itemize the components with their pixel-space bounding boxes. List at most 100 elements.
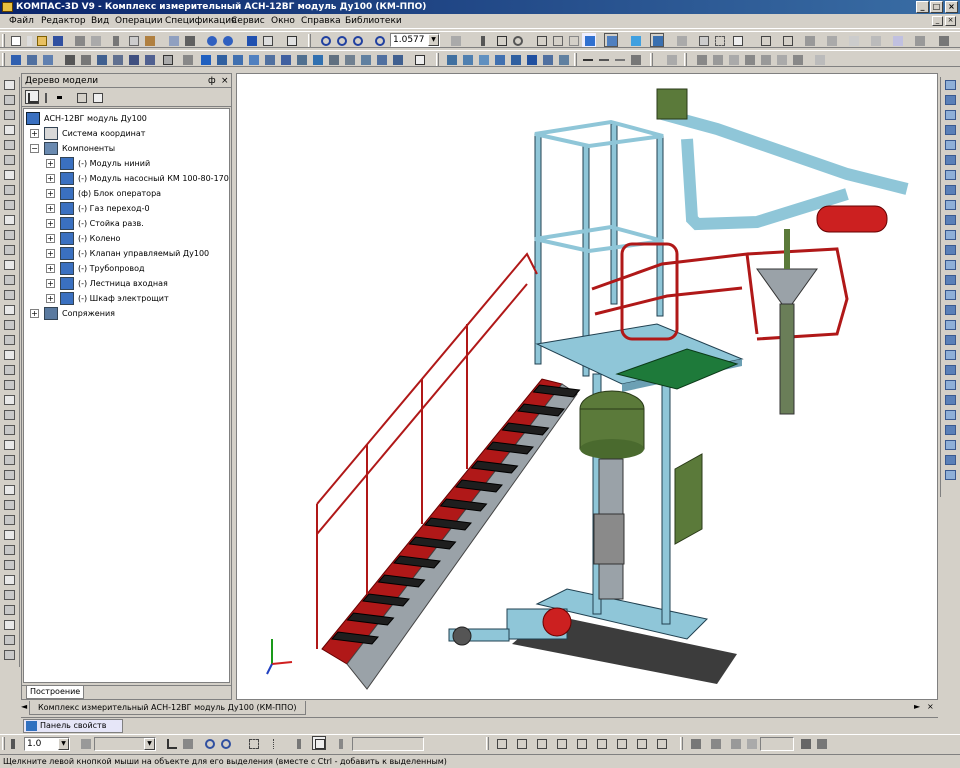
print-button[interactable] <box>72 33 86 47</box>
menu-help[interactable]: Справка <box>298 14 344 29</box>
component-file-icon[interactable] <box>24 52 38 66</box>
layer-icon[interactable] <box>944 454 957 466</box>
view-top-icon[interactable] <box>574 736 588 750</box>
rotate-icon[interactable] <box>3 274 16 286</box>
equal-icon[interactable] <box>3 604 16 616</box>
tree-item[interactable]: + Сопряжения <box>24 306 229 321</box>
tree-list-icon[interactable] <box>74 90 88 104</box>
text-icon[interactable] <box>3 364 16 376</box>
help-icon[interactable] <box>944 439 957 451</box>
tab-construction[interactable]: Построение <box>26 686 85 699</box>
tree-item[interactable]: + (-) Лестница входная <box>24 276 229 291</box>
fillet-icon[interactable] <box>3 184 16 196</box>
perpendicular-icon[interactable] <box>3 574 16 586</box>
toolbar-grip[interactable] <box>2 53 5 66</box>
inlet-valve[interactable] <box>452 626 472 646</box>
jog-icon[interactable] <box>790 52 804 66</box>
component-icon[interactable] <box>944 169 957 181</box>
tree-item[interactable]: + (-) Шкаф электрощит <box>24 291 229 306</box>
rebuild-all-icon[interactable] <box>218 736 232 750</box>
chamfer-icon[interactable] <box>294 52 308 66</box>
spec-icon[interactable] <box>780 33 794 47</box>
angle-icon[interactable] <box>3 334 16 346</box>
counterweight[interactable] <box>816 205 888 233</box>
chevron-down-icon[interactable]: ▼ <box>144 738 155 750</box>
new-document-button[interactable] <box>8 33 22 47</box>
tree-item[interactable]: + (ф) Блок оператора <box>24 186 229 201</box>
draft-icon[interactable] <box>342 52 356 66</box>
toolbar-grip[interactable] <box>650 53 653 66</box>
import-icon[interactable] <box>944 409 957 421</box>
doc-close-button[interactable]: × <box>945 16 956 26</box>
zoom-out-icon[interactable] <box>334 33 348 47</box>
toolbar-grip[interactable] <box>436 53 439 66</box>
model-tree-icon[interactable] <box>650 33 664 47</box>
wireframe-icon[interactable] <box>534 33 548 47</box>
surface-icon[interactable] <box>664 52 678 66</box>
shaded-icon[interactable] <box>582 33 596 47</box>
view-iso-icon[interactable] <box>614 736 628 750</box>
zoom-window-icon[interactable] <box>350 33 364 47</box>
list-button[interactable] <box>182 33 196 47</box>
mate-icon[interactable] <box>94 52 108 66</box>
zoom-combobox[interactable]: 1.0577 ▼ <box>390 33 440 47</box>
view-orientation-icon[interactable] <box>798 736 812 750</box>
chevron-down-icon[interactable] <box>54 90 64 104</box>
platform-railing[interactable] <box>591 242 849 341</box>
filter-icon[interactable] <box>944 199 957 211</box>
intersect-icon[interactable] <box>3 439 16 451</box>
shell-icon[interactable] <box>310 52 324 66</box>
close-button[interactable]: × <box>945 1 958 13</box>
grid-toggle-icon[interactable] <box>246 736 260 750</box>
select-icon[interactable] <box>3 409 16 421</box>
polyline-icon[interactable] <box>628 52 642 66</box>
mirror-icon[interactable] <box>374 52 388 66</box>
orientation-icon[interactable] <box>448 33 462 47</box>
move-component-icon[interactable] <box>62 52 76 66</box>
layer-combobox[interactable]: ▼ <box>94 737 156 751</box>
scroll-left-icon[interactable]: ◄ <box>21 702 27 711</box>
cursor-step-combobox[interactable]: 1.0 ▼ <box>24 737 70 751</box>
horizontal-icon[interactable] <box>3 619 16 631</box>
parallel-icon[interactable] <box>3 559 16 571</box>
tree-filter-icon[interactable] <box>90 90 104 104</box>
properties-tab[interactable]: Панель свойств <box>23 719 123 733</box>
toolbar-grip[interactable] <box>2 34 5 47</box>
more-tools-icon[interactable] <box>812 52 826 66</box>
view-left-icon[interactable] <box>534 736 548 750</box>
manager-button[interactable] <box>244 33 258 47</box>
library-icon[interactable] <box>944 349 957 361</box>
local-cs-icon[interactable] <box>164 736 178 750</box>
circle-icon[interactable] <box>3 124 16 136</box>
coincident-icon[interactable] <box>110 52 124 66</box>
collision-icon[interactable] <box>556 52 570 66</box>
contour-icon[interactable] <box>3 499 16 511</box>
hole-icon[interactable] <box>180 52 194 66</box>
round-icon[interactable] <box>312 736 326 750</box>
tangent-icon[interactable] <box>3 589 16 601</box>
spec-icon[interactable] <box>944 154 957 166</box>
mirror-icon[interactable] <box>3 244 16 256</box>
report-icon[interactable] <box>944 244 957 256</box>
sketch-icon[interactable] <box>912 33 926 47</box>
bezier-icon[interactable] <box>3 469 16 481</box>
toolbar-grip[interactable] <box>684 53 687 66</box>
offset-icon[interactable] <box>3 229 16 241</box>
move-icon[interactable] <box>3 259 16 271</box>
export-icon[interactable] <box>944 394 957 406</box>
expand-toggle[interactable]: + <box>46 204 55 213</box>
edit-icon[interactable] <box>944 94 957 106</box>
line-icon[interactable] <box>3 94 16 106</box>
tree-item[interactable]: + (-) Трубопровод <box>24 261 229 276</box>
measure-icon[interactable] <box>802 33 816 47</box>
fit-all-icon[interactable] <box>494 33 508 47</box>
spline-icon[interactable] <box>612 52 626 66</box>
perspective-icon[interactable] <box>628 33 642 47</box>
maximize-button[interactable]: □ <box>930 1 943 13</box>
cloud-icon[interactable] <box>944 424 957 436</box>
section-view-icon[interactable] <box>444 52 458 66</box>
expand-toggle[interactable]: + <box>30 129 39 138</box>
pin-icon[interactable]: ф <box>208 74 216 88</box>
inspect-icon[interactable] <box>944 229 957 241</box>
view-front-icon[interactable] <box>494 736 508 750</box>
